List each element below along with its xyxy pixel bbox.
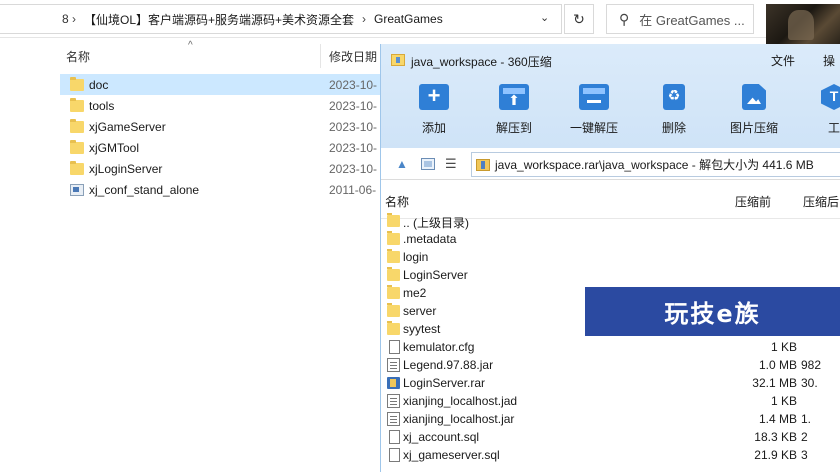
table-row[interactable]: .. (上级目录): [381, 212, 840, 230]
table-row[interactable]: login: [381, 248, 840, 266]
file-icon: [389, 340, 400, 354]
folder-icon: [70, 97, 84, 112]
column-header-name[interactable]: 名称: [66, 48, 90, 65]
table-row[interactable]: xj_gameserver.sql 21.9 KB 3: [381, 446, 840, 464]
menu-file[interactable]: 文件: [771, 52, 795, 69]
zip-file-list: .. (上级目录) .metadata login LoginServer me…: [381, 212, 840, 464]
watermark-banner: 玩技e族: [585, 287, 840, 336]
table-row[interactable]: Legend.97.88.jar 1.0 MB 982: [381, 356, 840, 374]
one-click-extract-button[interactable]: 一键解压: [559, 84, 629, 136]
address-history-chevron-down-icon[interactable]: ⌄: [540, 11, 549, 24]
explorer-column-header: 名称 ^ 修改日期: [66, 40, 386, 70]
list-item[interactable]: xjGMTool 2023-10-: [60, 137, 390, 158]
path-text: java_workspace.rar\java_workspace - 解包大小…: [495, 158, 814, 172]
one-click-extract-icon: [579, 84, 609, 110]
tools-icon: [821, 84, 840, 110]
delete-button[interactable]: 删除: [639, 84, 709, 136]
search-icon: ⚲: [619, 10, 630, 27]
table-row[interactable]: .metadata: [381, 230, 840, 248]
table-row[interactable]: xianjing_localhost.jar 1.4 MB 1.: [381, 410, 840, 428]
column-divider[interactable]: [320, 44, 321, 68]
column-header-name[interactable]: 名称: [385, 193, 409, 210]
folder-icon: [387, 267, 400, 281]
image-compress-button[interactable]: 图片压缩: [719, 84, 789, 136]
zip-window: java_workspace - 360压缩 文件 操 添加 解压到 一键解压 …: [380, 44, 840, 472]
list-item[interactable]: tools 2023-10-: [60, 95, 390, 116]
table-row[interactable]: kemulator.cfg 1 KB: [381, 338, 840, 356]
folder-icon: [70, 160, 84, 175]
up-arrow-icon[interactable]: ▲: [396, 157, 408, 171]
menu-operate[interactable]: 操: [823, 52, 835, 69]
list-view-icon[interactable]: ☰: [445, 156, 457, 172]
explorer-file-list: doc 2023-10- tools 2023-10- xjGameServer…: [60, 74, 390, 200]
rar-file-icon: [387, 377, 400, 389]
window-title: java_workspace - 360压缩: [411, 55, 552, 69]
list-item[interactable]: doc 2023-10-: [60, 74, 390, 95]
folder-icon: [70, 118, 84, 133]
folder-icon: [387, 285, 400, 299]
search-input[interactable]: ⚲ 在 GreatGames ...: [606, 4, 754, 34]
search-placeholder: 在 GreatGames ...: [639, 12, 745, 28]
refresh-icon: ↻: [573, 10, 585, 27]
extract-to-icon: [499, 84, 529, 110]
list-item[interactable]: xj_conf_stand_alone 2011-06-: [60, 179, 390, 200]
address-box[interactable]: › 【仙境OL】客户端源码+服务端源码+美术资源全套 › GreatGames: [0, 4, 562, 34]
watermark-text: 玩技e族: [664, 300, 761, 328]
jad-file-icon: [387, 394, 400, 408]
breadcrumb-item-parent[interactable]: 【仙境OL】客户端源码+服务端源码+美术资源全套: [84, 11, 354, 28]
folder-icon: [387, 213, 400, 227]
zip-path-bar: ▲ ☰ java_workspace.rar\java_workspace - …: [381, 148, 840, 180]
tools-button[interactable]: 工: [799, 84, 840, 136]
add-icon: [419, 84, 449, 110]
image-compress-icon: [742, 84, 766, 110]
folder-icon: [70, 139, 84, 154]
refresh-button[interactable]: ↻: [564, 4, 594, 34]
folder-icon: [387, 303, 400, 317]
table-row[interactable]: LoginServer: [381, 266, 840, 284]
column-header-date[interactable]: 修改日期: [329, 48, 377, 65]
list-item[interactable]: xjGameServer 2023-10-: [60, 116, 390, 137]
sql-file-icon: [389, 448, 400, 462]
sql-file-icon: [389, 430, 400, 444]
sort-ascending-icon: ^: [188, 40, 193, 51]
table-row[interactable]: xianjing_localhost.jad 1 KB: [381, 392, 840, 410]
column-header-size-before[interactable]: 压缩前: [735, 193, 771, 210]
archive-icon: [476, 158, 490, 171]
table-row[interactable]: xj_account.sql 18.3 KB 2: [381, 428, 840, 446]
jar-file-icon: [387, 412, 400, 426]
path-field[interactable]: java_workspace.rar\java_workspace - 解包大小…: [471, 152, 840, 177]
add-button[interactable]: 添加: [399, 84, 469, 136]
jar-file-icon: [387, 358, 400, 372]
breadcrumb-separator-icon: ›: [72, 12, 76, 26]
table-row[interactable]: LoginServer.rar 32.1 MB 30.: [381, 374, 840, 392]
column-header-size-after[interactable]: 压缩后: [803, 193, 839, 210]
extract-to-button[interactable]: 解压到: [479, 84, 549, 136]
folder-icon: [387, 231, 400, 245]
zip-header: java_workspace - 360压缩 文件 操 添加 解压到 一键解压 …: [381, 44, 840, 148]
explorer-address-bar: 8 › 【仙境OL】客户端源码+服务端源码+美术资源全套 › GreatGame…: [0, 0, 840, 44]
breadcrumb-separator-icon: ›: [362, 12, 367, 26]
folder-icon: [70, 76, 84, 91]
delete-icon: [663, 84, 685, 110]
config-file-icon: [70, 183, 84, 196]
folder-icon: [387, 249, 400, 263]
folder-icon: [387, 321, 400, 335]
archive-icon: [391, 54, 405, 66]
breadcrumb-item-current[interactable]: GreatGames: [374, 12, 443, 26]
preview-thumbnail: [766, 4, 840, 44]
thumbnail-view-icon[interactable]: [421, 158, 435, 170]
list-item[interactable]: xjLoginServer 2023-10-: [60, 158, 390, 179]
